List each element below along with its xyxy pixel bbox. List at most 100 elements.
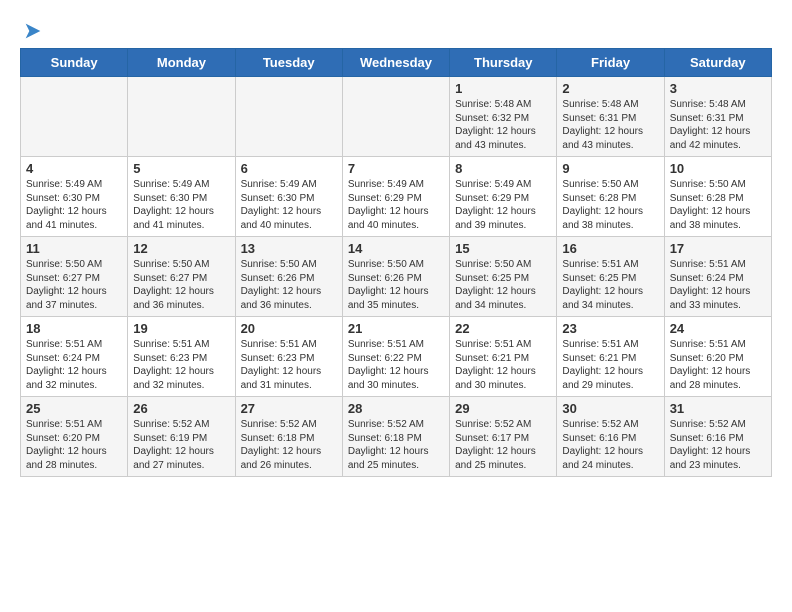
calendar-cell: 7 Sunrise: 5:49 AM Sunset: 6:29 PM Daylig…: [342, 157, 449, 237]
page-header: [20, 20, 772, 38]
logo-icon: [22, 20, 44, 42]
day-number: 3: [670, 81, 766, 96]
day-number: 29: [455, 401, 551, 416]
calendar-cell: 16Sunrise: 5:51 AM Sunset: 6:25 PM Dayli…: [557, 237, 664, 317]
day-number: 11: [26, 241, 122, 256]
calendar-cell: 9 Sunrise: 5:50 AM Sunset: 6:28 PM Daylig…: [557, 157, 664, 237]
day-header-thursday: Thursday: [450, 49, 557, 77]
day-number: 7: [348, 161, 444, 176]
day-number: 21: [348, 321, 444, 336]
cell-info: Sunrise: 5:51 AM Sunset: 6:20 PM Dayligh…: [26, 418, 122, 472]
calendar-cell: 5 Sunrise: 5:49 AM Sunset: 6:30 PM Daylig…: [128, 157, 235, 237]
day-number: 5: [133, 161, 229, 176]
calendar-cell: 4Sunrise: 5:49 AM Sunset: 6:30 PM Daylig…: [21, 157, 128, 237]
calendar-cell: 18 Sunrise: 5:51 AM Sunset: 6:24 PM Dayli…: [21, 317, 128, 397]
calendar-cell: 1 Sunrise: 5:48 AM Sunset: 6:32 PM Daylig…: [450, 77, 557, 157]
header-row: SundayMondayTuesdayWednesdayThursdayFrid…: [21, 49, 772, 77]
day-number: 26: [133, 401, 229, 416]
day-number: 6: [241, 161, 337, 176]
day-number: 14: [348, 241, 444, 256]
calendar-body: 1 Sunrise: 5:48 AM Sunset: 6:32 PM Daylig…: [21, 77, 772, 477]
day-number: 13: [241, 241, 337, 256]
day-number: 1: [455, 81, 551, 96]
week-row-4: 18 Sunrise: 5:51 AM Sunset: 6:24 PM Dayli…: [21, 317, 772, 397]
cell-info: Sunrise: 5:52 AM Sunset: 6:17 PM Dayligh…: [455, 418, 551, 472]
day-header-friday: Friday: [557, 49, 664, 77]
day-number: 4: [26, 161, 122, 176]
cell-info: Sunrise: 5:48 AM Sunset: 6:31 PM Dayligh…: [562, 98, 658, 152]
day-number: 20: [241, 321, 337, 336]
calendar-cell: 28Sunrise: 5:52 AM Sunset: 6:18 PM Dayli…: [342, 397, 449, 477]
calendar-cell: 14 Sunrise: 5:50 AM Sunset: 6:26 PM Dayli…: [342, 237, 449, 317]
day-number: 24: [670, 321, 766, 336]
day-number: 30: [562, 401, 658, 416]
week-row-2: 4 Sunrise: 5:49 AM Sunset: 6:30 PM Daylig…: [21, 157, 772, 237]
calendar-cell: 6 Sunrise: 5:49 AM Sunset: 6:30 PM Daylig…: [235, 157, 342, 237]
calendar-cell: 12Sunrise: 5:50 AM Sunset: 6:27 PM Dayli…: [128, 237, 235, 317]
day-number: 17: [670, 241, 766, 256]
calendar-cell: 17 Sunrise: 5:51 AM Sunset: 6:24 PM Dayli…: [664, 237, 771, 317]
cell-info: Sunrise: 5:50 AM Sunset: 6:26 PM Dayligh…: [348, 258, 444, 312]
cell-info: Sunrise: 5:50 AM Sunset: 6:27 PM Dayligh…: [133, 258, 229, 312]
calendar-cell: 30Sunrise: 5:52 AM Sunset: 6:16 PM Dayli…: [557, 397, 664, 477]
cell-info: Sunrise: 5:49 AM Sunset: 6:30 PM Dayligh…: [241, 178, 337, 232]
day-header-sunday: Sunday: [21, 49, 128, 77]
cell-info: Sunrise: 5:50 AM Sunset: 6:28 PM Dayligh…: [562, 178, 658, 232]
cell-info: Sunrise: 5:50 AM Sunset: 6:26 PM Dayligh…: [241, 258, 337, 312]
calendar-cell: 23Sunrise: 5:51 AM Sunset: 6:21 PM Dayli…: [557, 317, 664, 397]
calendar-cell: 10 Sunrise: 5:50 AM Sunset: 6:28 PM Dayli…: [664, 157, 771, 237]
day-header-monday: Monday: [128, 49, 235, 77]
calendar-header: SundayMondayTuesdayWednesdayThursdayFrid…: [21, 49, 772, 77]
calendar-cell: 25 Sunrise: 5:51 AM Sunset: 6:20 PM Dayli…: [21, 397, 128, 477]
calendar-table: SundayMondayTuesdayWednesdayThursdayFrid…: [20, 48, 772, 477]
day-header-saturday: Saturday: [664, 49, 771, 77]
day-number: 16: [562, 241, 658, 256]
calendar-cell: 22Sunrise: 5:51 AM Sunset: 6:21 PM Dayli…: [450, 317, 557, 397]
week-row-5: 25 Sunrise: 5:51 AM Sunset: 6:20 PM Dayli…: [21, 397, 772, 477]
calendar-cell: 15 Sunrise: 5:50 AM Sunset: 6:25 PM Dayli…: [450, 237, 557, 317]
day-header-wednesday: Wednesday: [342, 49, 449, 77]
cell-info: Sunrise: 5:49 AM Sunset: 6:29 PM Dayligh…: [348, 178, 444, 232]
calendar-cell: [235, 77, 342, 157]
calendar-cell: 26 Sunrise: 5:52 AM Sunset: 6:19 PM Dayli…: [128, 397, 235, 477]
calendar-cell: [342, 77, 449, 157]
logo: [20, 20, 44, 38]
cell-info: Sunrise: 5:52 AM Sunset: 6:16 PM Dayligh…: [670, 418, 766, 472]
cell-info: Sunrise: 5:51 AM Sunset: 6:24 PM Dayligh…: [670, 258, 766, 312]
day-number: 27: [241, 401, 337, 416]
cell-info: Sunrise: 5:51 AM Sunset: 6:22 PM Dayligh…: [348, 338, 444, 392]
day-number: 8: [455, 161, 551, 176]
day-number: 19: [133, 321, 229, 336]
calendar-cell: 20 Sunrise: 5:51 AM Sunset: 6:23 PM Dayli…: [235, 317, 342, 397]
day-number: 10: [670, 161, 766, 176]
cell-info: Sunrise: 5:51 AM Sunset: 6:23 PM Dayligh…: [241, 338, 337, 392]
calendar-cell: 24 Sunrise: 5:51 AM Sunset: 6:20 PM Dayli…: [664, 317, 771, 397]
day-number: 18: [26, 321, 122, 336]
cell-info: Sunrise: 5:51 AM Sunset: 6:24 PM Dayligh…: [26, 338, 122, 392]
cell-info: Sunrise: 5:49 AM Sunset: 6:30 PM Dayligh…: [133, 178, 229, 232]
day-number: 25: [26, 401, 122, 416]
cell-info: Sunrise: 5:51 AM Sunset: 6:20 PM Dayligh…: [670, 338, 766, 392]
day-number: 2: [562, 81, 658, 96]
cell-info: Sunrise: 5:48 AM Sunset: 6:32 PM Dayligh…: [455, 98, 551, 152]
day-header-tuesday: Tuesday: [235, 49, 342, 77]
calendar-cell: 11 Sunrise: 5:50 AM Sunset: 6:27 PM Dayli…: [21, 237, 128, 317]
day-number: 15: [455, 241, 551, 256]
cell-info: Sunrise: 5:50 AM Sunset: 6:28 PM Dayligh…: [670, 178, 766, 232]
calendar-cell: 27 Sunrise: 5:52 AM Sunset: 6:18 PM Dayli…: [235, 397, 342, 477]
cell-info: Sunrise: 5:52 AM Sunset: 6:18 PM Dayligh…: [241, 418, 337, 472]
calendar-cell: 2 Sunrise: 5:48 AM Sunset: 6:31 PM Daylig…: [557, 77, 664, 157]
day-number: 9: [562, 161, 658, 176]
calendar-cell: [21, 77, 128, 157]
calendar-cell: 13 Sunrise: 5:50 AM Sunset: 6:26 PM Dayli…: [235, 237, 342, 317]
cell-info: Sunrise: 5:51 AM Sunset: 6:21 PM Dayligh…: [562, 338, 658, 392]
day-number: 28: [348, 401, 444, 416]
cell-info: Sunrise: 5:52 AM Sunset: 6:19 PM Dayligh…: [133, 418, 229, 472]
week-row-3: 11 Sunrise: 5:50 AM Sunset: 6:27 PM Dayli…: [21, 237, 772, 317]
day-number: 22: [455, 321, 551, 336]
cell-info: Sunrise: 5:50 AM Sunset: 6:25 PM Dayligh…: [455, 258, 551, 312]
cell-info: Sunrise: 5:49 AM Sunset: 6:29 PM Dayligh…: [455, 178, 551, 232]
cell-info: Sunrise: 5:50 AM Sunset: 6:27 PM Dayligh…: [26, 258, 122, 312]
calendar-cell: 8 Sunrise: 5:49 AM Sunset: 6:29 PM Daylig…: [450, 157, 557, 237]
week-row-1: 1 Sunrise: 5:48 AM Sunset: 6:32 PM Daylig…: [21, 77, 772, 157]
